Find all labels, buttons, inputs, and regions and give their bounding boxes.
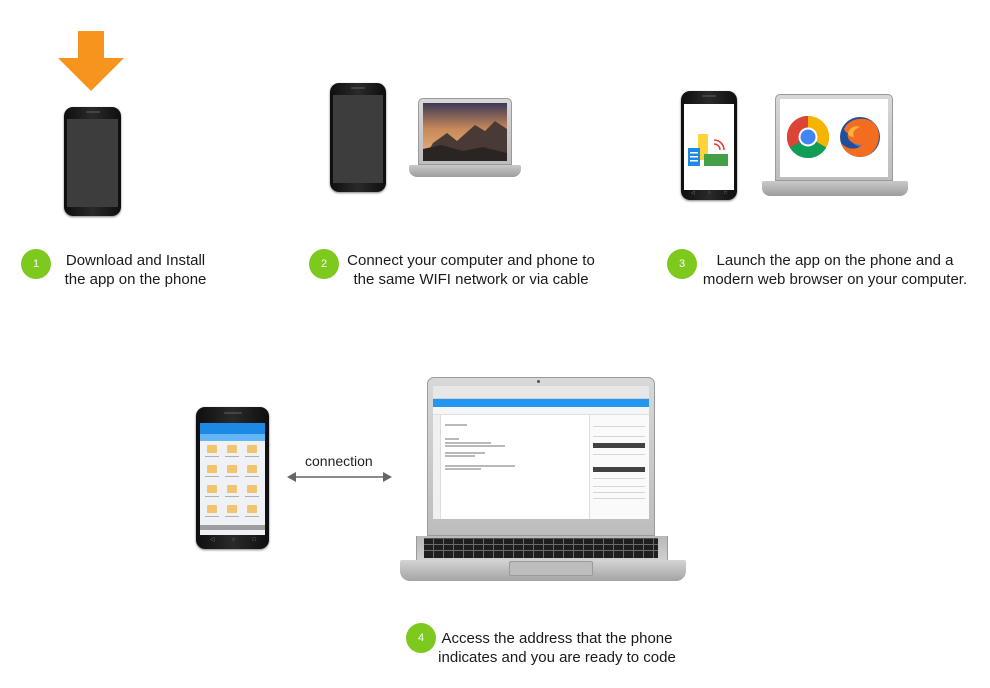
code-editor [441, 415, 589, 519]
download-arrow-icon [58, 31, 124, 91]
step-badge-1: 1 [21, 249, 51, 279]
chrome-icon [786, 115, 830, 159]
step-3-line1: Launch the app on the phone and a [716, 252, 954, 269]
step-4-line2: indicates and you are ready to code [438, 649, 676, 666]
folder-label [205, 476, 219, 477]
folder-icon [227, 485, 237, 493]
phone-step2 [330, 83, 386, 192]
step-badge-3: 3 [667, 249, 697, 279]
folder-icon [247, 445, 257, 453]
folder-label [225, 456, 239, 457]
folder-icon [227, 465, 237, 473]
folder-label [205, 496, 219, 497]
phone-step4: ◁ ○ □ [196, 407, 269, 549]
app-launch-icon [688, 134, 728, 166]
file-browser-screen [200, 423, 265, 535]
folder-label [225, 496, 239, 497]
folder-label [205, 456, 219, 457]
folder-icon [247, 465, 257, 473]
folder-label [225, 476, 239, 477]
laptop-wallpaper [423, 103, 507, 161]
step-4-caption: Access the address that the phone indica… [437, 629, 677, 667]
folder-icon [247, 505, 257, 513]
folder-label [245, 476, 259, 477]
folder-icon [207, 445, 217, 453]
folder-icon [227, 505, 237, 513]
ide-toolbar [433, 399, 649, 407]
code-gutter [433, 415, 441, 519]
file-grid [203, 445, 263, 531]
step-2-caption: Connect your computer and phone to the s… [343, 251, 599, 289]
ide-screen [433, 386, 649, 519]
step-3-caption: Launch the app on the phone and a modern… [701, 251, 969, 289]
folder-label [225, 516, 239, 517]
folder-icon [207, 465, 217, 473]
folder-label [205, 516, 219, 517]
browser-chrome [433, 386, 649, 399]
folder-icon [247, 485, 257, 493]
connection-label: connection [305, 453, 373, 469]
app-bar [200, 423, 265, 434]
step-4-line1: Access the address that the phone [441, 630, 673, 647]
folder-icon [207, 485, 217, 493]
trackpad [509, 561, 593, 576]
connection-arrow-icon [287, 472, 392, 482]
folder-icon [207, 505, 217, 513]
folder-label [245, 496, 259, 497]
phone-step1 [64, 107, 121, 216]
phone-step3: ◁ ○ □ [681, 91, 737, 200]
step-badge-2: 2 [309, 249, 339, 279]
step-1-caption: Download and Install the app on the phon… [58, 251, 213, 289]
folder-icon [227, 445, 237, 453]
folder-label [245, 456, 259, 457]
nav-buttons: ◁ ○ □ [691, 190, 727, 196]
step-3-line2: modern web browser on your computer. [702, 271, 968, 288]
step-1-line1: Download and Install [65, 252, 206, 269]
folder-label [245, 516, 259, 517]
step-1-line2: the app on the phone [64, 271, 207, 288]
nav-buttons: ◁ ○ □ [210, 537, 256, 543]
firefox-icon [840, 117, 880, 157]
keyboard [424, 538, 658, 558]
phone-screen [67, 119, 118, 207]
step-2-line1: Connect your computer and phone to [347, 252, 595, 269]
step-badge-4: 4 [406, 623, 436, 653]
step-2-line2: the same WIFI network or via cable [353, 271, 589, 288]
